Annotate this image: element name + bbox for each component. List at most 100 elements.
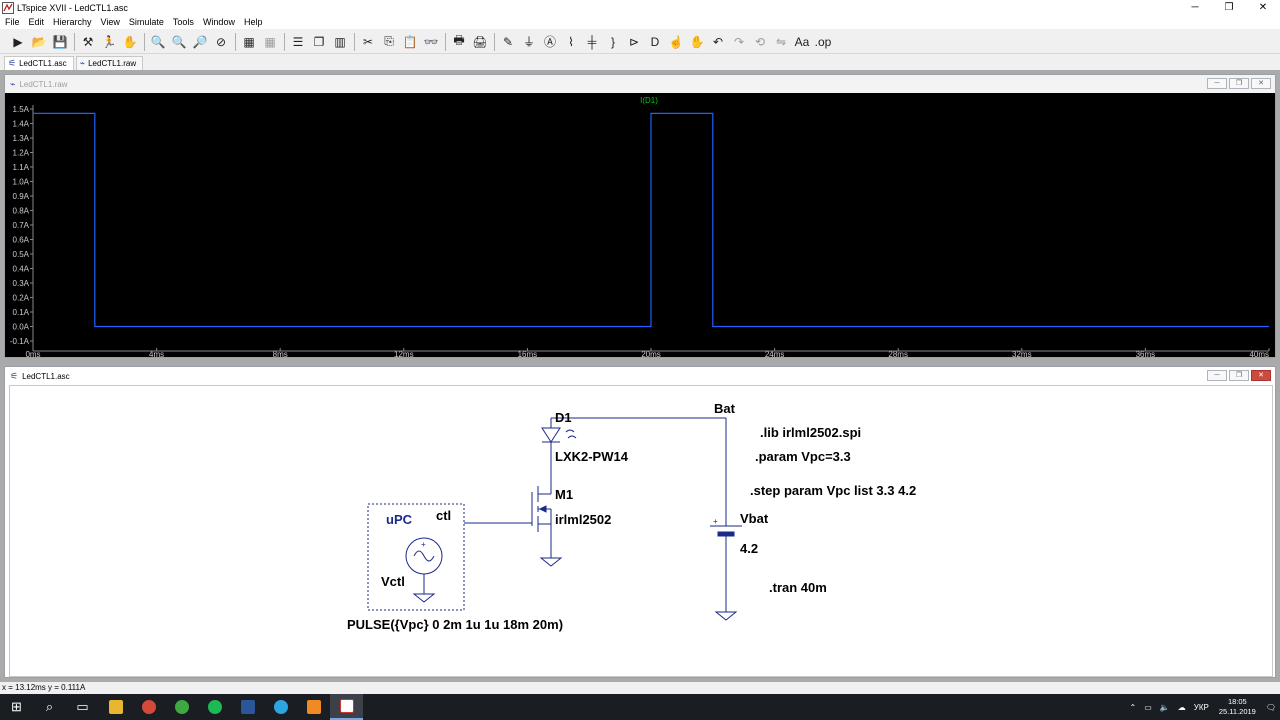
bat-net-label[interactable]: Bat — [714, 401, 736, 416]
sublime-icon[interactable] — [297, 694, 330, 720]
m1-value[interactable]: irlml2502 — [555, 512, 611, 527]
restore-button[interactable]: ❐ — [1229, 370, 1249, 381]
find-icon[interactable]: 👓 — [421, 32, 441, 52]
menu-edit[interactable]: Edit — [24, 17, 49, 27]
clear-icon[interactable]: ▦ — [260, 32, 280, 52]
zoom-in-icon[interactable]: 🔍 — [148, 32, 168, 52]
schematic-window[interactable]: ⚟ LedCTL1.asc ─ ❐ ✕ + + D1 LXK2-PW14 M1 … — [4, 366, 1276, 678]
spotify-icon[interactable] — [198, 694, 231, 720]
menu-file[interactable]: File — [0, 17, 24, 27]
cascade-icon[interactable]: ❐ — [309, 32, 329, 52]
autorange-icon[interactable]: ▦ — [239, 32, 259, 52]
cloud-icon[interactable]: ☁ — [1178, 703, 1186, 712]
waveform-svg[interactable]: 1.5A 1.4A 1.3A 1.2A 1.1A 1.0A 0.9A 0.8A 0.7A 0.6A… — [5, 93, 1275, 359]
vctl-name[interactable]: Vctl — [381, 574, 405, 589]
spice-directive-tran[interactable]: .tran 40m — [769, 580, 827, 595]
language-indicator[interactable]: УКР — [1194, 703, 1209, 712]
minimize-button[interactable]: ─ — [1207, 78, 1227, 89]
drag-icon[interactable]: ✋ — [687, 32, 707, 52]
vctl-value[interactable]: PULSE({Vpc} 0 2m 1u 1u 18m 20m) — [347, 617, 563, 632]
paste-icon[interactable]: 📋 — [400, 32, 420, 52]
component-icon[interactable]: D — [645, 32, 665, 52]
schematic-svg[interactable]: + + D1 LXK2-PW14 M1 irlml2502 Bat ctl uP… — [10, 386, 1272, 676]
control-panel-icon[interactable]: ⚒ — [78, 32, 98, 52]
mosfet-m1[interactable] — [531, 486, 552, 558]
menu-help[interactable]: Help — [239, 17, 267, 27]
d1-value[interactable]: LXK2-PW14 — [555, 449, 629, 464]
redo-icon[interactable]: ↷ — [729, 32, 749, 52]
run-icon[interactable]: ▶ — [8, 32, 28, 52]
close-button[interactable]: ✕ — [1251, 78, 1271, 89]
print-setup-icon[interactable]: 🖶 — [449, 32, 469, 52]
ctl-net-label[interactable]: ctl — [436, 508, 451, 523]
tab-schematic[interactable]: ⚟ LedCTL1.asc — [4, 56, 74, 70]
inductor-icon[interactable]: } — [603, 32, 623, 52]
network-icon[interactable]: ▭ — [1144, 703, 1152, 712]
print-icon[interactable]: 🖨 — [470, 32, 490, 52]
open-icon[interactable]: 📂 — [29, 32, 49, 52]
mirror-icon[interactable]: ⇋ — [771, 32, 791, 52]
zoom-area-icon[interactable]: 🔍 — [169, 32, 189, 52]
chevron-up-icon[interactable]: ⌃ — [1130, 703, 1137, 712]
save-icon[interactable]: 💾 — [50, 32, 70, 52]
capacitor-icon[interactable]: ╪ — [582, 32, 602, 52]
upc-label[interactable]: uPC — [386, 512, 413, 527]
pan-icon[interactable]: ✋ — [120, 32, 140, 52]
maximize-button[interactable]: ❐ — [1212, 0, 1246, 15]
schematic-canvas[interactable]: + + D1 LXK2-PW14 M1 irlml2502 Bat ctl uP… — [9, 385, 1273, 677]
m1-name[interactable]: M1 — [555, 487, 573, 502]
resistor-icon[interactable]: ⌇ — [561, 32, 581, 52]
trace-i-d1[interactable] — [33, 112, 1269, 328]
d1-name[interactable]: D1 — [555, 410, 572, 425]
vbat-name[interactable]: Vbat — [740, 511, 769, 526]
restore-button[interactable]: ❐ — [1229, 78, 1249, 89]
waveform-plot[interactable]: 1.5A 1.4A 1.3A 1.2A 1.1A 1.0A 0.9A 0.8A 0.7A 0.6A… — [5, 93, 1275, 359]
zoom-out-icon[interactable]: 🔎 — [190, 32, 210, 52]
copy-icon[interactable]: ⎘ — [379, 32, 399, 52]
cut-icon[interactable]: ✂ — [358, 32, 378, 52]
waveform-window[interactable]: ⌁ LedCTL1.raw ─ ❐ ✕ 1.5A 1.4A 1.3A 1.2A 1.1A… — [4, 74, 1276, 359]
close-button[interactable]: ✕ — [1246, 0, 1280, 15]
move-icon[interactable]: ☝ — [666, 32, 686, 52]
close-button[interactable]: ✕ — [1251, 370, 1271, 381]
windows-start-icon[interactable]: ⊞ — [0, 694, 33, 720]
tile-vertical-icon[interactable]: ▥ — [330, 32, 350, 52]
word-icon[interactable] — [231, 694, 264, 720]
label-net-icon[interactable]: Ⓐ — [540, 32, 560, 52]
utorrent-icon[interactable] — [165, 694, 198, 720]
menu-hierarchy[interactable]: Hierarchy — [48, 17, 96, 27]
menu-tools[interactable]: Tools — [168, 17, 198, 27]
text-icon[interactable]: Aa — [792, 32, 812, 52]
vbat-value[interactable]: 4.2 — [740, 541, 758, 556]
undo-icon[interactable]: ↶ — [708, 32, 728, 52]
voltage-source-vctl[interactable]: + — [405, 523, 464, 603]
menu-view[interactable]: View — [96, 17, 124, 27]
telegram-icon[interactable] — [264, 694, 297, 720]
clock[interactable]: 18:05 25.11.2019 — [1219, 697, 1256, 717]
notification-icon[interactable]: 🗨 — [1266, 703, 1276, 712]
file-explorer-icon[interactable] — [99, 694, 132, 720]
task-view-icon[interactable]: ▭ — [66, 694, 99, 720]
minimize-button[interactable]: ─ — [1207, 370, 1227, 381]
spice-directive-param[interactable]: .param Vpc=3.3 — [755, 449, 851, 464]
spice-directive-icon[interactable]: .op — [813, 32, 833, 52]
minimize-button[interactable]: ─ — [1178, 0, 1212, 15]
menu-window[interactable]: Window — [198, 17, 239, 27]
chrome-icon[interactable] — [132, 694, 165, 720]
ltspice-icon[interactable] — [330, 694, 363, 720]
zoom-cancel-icon[interactable]: ⊘ — [211, 32, 231, 52]
rotate-icon[interactable]: ⟲ — [750, 32, 770, 52]
trace-label[interactable]: I(D1) — [640, 96, 658, 105]
run-halt-icon[interactable]: 🏃 — [99, 32, 119, 52]
tab-waveform[interactable]: ⌁ LedCTL1.raw — [75, 56, 144, 70]
volume-icon[interactable]: 🔈 — [1160, 703, 1170, 712]
menu-simulate[interactable]: Simulate — [124, 17, 168, 27]
draw-wire-icon[interactable]: ✎ — [498, 32, 518, 52]
ground-icon[interactable]: ⏚ — [519, 32, 539, 52]
diode-icon[interactable]: ⊳ — [624, 32, 644, 52]
spice-directive-step[interactable]: .step param Vpc list 3.3 4.2 — [750, 483, 916, 498]
search-icon[interactable]: ⌕ — [33, 694, 66, 720]
spice-directive-lib[interactable]: .lib irlml2502.spi — [760, 425, 861, 440]
battery-vbat[interactable]: + — [710, 517, 742, 621]
tile-horizontal-icon[interactable]: ☰ — [288, 32, 308, 52]
